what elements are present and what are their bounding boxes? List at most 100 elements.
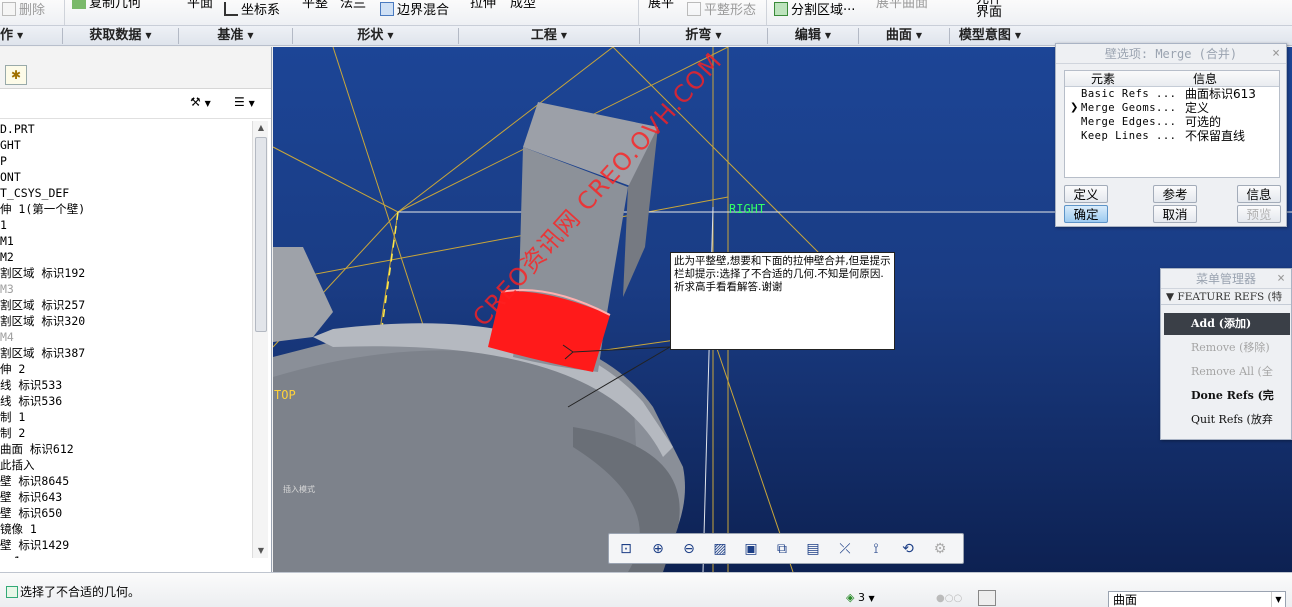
scroll-up-icon[interactable]: ▲: [253, 121, 269, 135]
annotation-display-button[interactable]: ⚙: [929, 539, 951, 559]
form-button[interactable]: 成型: [510, 0, 536, 15]
group-shape[interactable]: 形状 ▼: [293, 26, 458, 46]
display-style-button[interactable]: ▣: [740, 539, 762, 559]
define-button[interactable]: 定义: [1064, 185, 1108, 203]
plane-button[interactable]: 平面: [187, 0, 213, 15]
chevron-down-icon: ▼: [1014, 31, 1022, 40]
repaint-button[interactable]: ▨: [709, 539, 731, 559]
tree-item[interactable]: 制 1: [0, 409, 252, 425]
flat-wall-button[interactable]: 平整: [302, 0, 328, 15]
feature-refs-section[interactable]: ▼ FEATURE REFS (特: [1161, 289, 1291, 305]
chevron-down-icon: ▼: [868, 594, 875, 603]
tree-item[interactable]: 割区域 标识257: [0, 297, 252, 313]
tree-item[interactable]: 伸 1(第一个壁): [0, 201, 252, 217]
delete-button[interactable]: 删除: [2, 0, 45, 22]
menu-item-quit-refs[interactable]: Quit Refs (放弃: [1164, 409, 1290, 431]
zoom-in-button[interactable]: ⊕: [647, 539, 669, 559]
menu-item-remove[interactable]: Remove (移除): [1164, 337, 1290, 359]
datum-display-button[interactable]: ⤫: [834, 539, 856, 559]
tree-toolbar: ⚒ ▼ ☰ ▼: [0, 89, 271, 119]
tree-item[interactable]: D.PRT: [0, 121, 252, 137]
datum-axes-button[interactable]: ⟟: [865, 539, 887, 559]
scroll-down-icon[interactable]: ▼: [253, 544, 269, 558]
tree-item[interactable]: 此插入: [0, 457, 252, 473]
split-region-button[interactable]: 分割区域···: [774, 0, 855, 22]
tree-settings-button[interactable]: ⚒ ▼: [190, 95, 211, 109]
tree-item[interactable]: 线 标识533: [0, 377, 252, 393]
group-get-data[interactable]: 获取数据 ▼: [63, 26, 178, 46]
tree-item[interactable]: 伸 2: [0, 361, 252, 377]
tree-item[interactable]: T_CSYS_DEF: [0, 185, 252, 201]
copy-geometry-button[interactable]: 复制几何: [72, 0, 141, 15]
extrude-button[interactable]: 拉伸: [470, 0, 496, 15]
menu-item-done-refs[interactable]: Done Refs (完: [1164, 385, 1290, 407]
folder-browser-tab[interactable]: ✱: [5, 65, 27, 85]
info-button[interactable]: 信息: [1237, 185, 1281, 203]
close-icon[interactable]: ×: [1277, 269, 1285, 289]
dialog-title: 菜单管理器 ×: [1161, 269, 1291, 289]
tree-item[interactable]: 割区域 标识387: [0, 345, 252, 361]
view-manager-button[interactable]: ▤: [802, 539, 824, 559]
group-edit[interactable]: 编辑 ▼: [768, 26, 858, 46]
tree-item[interactable]: P: [0, 153, 252, 169]
tree-item[interactable]: 壁 标识643: [0, 489, 252, 505]
spin-center-button[interactable]: ⟲: [897, 539, 919, 559]
tree-item[interactable]: · 1: [0, 553, 252, 558]
tree-item[interactable]: M2: [0, 249, 252, 265]
tree-item[interactable]: ONT: [0, 169, 252, 185]
tree-item[interactable]: 曲面 标识612: [0, 441, 252, 457]
flat-form-button[interactable]: 平整形态: [687, 0, 756, 22]
zoom-out-button[interactable]: ⊖: [678, 539, 700, 559]
table-row[interactable]: Merge Edges... 可选的: [1065, 115, 1279, 129]
preview-button[interactable]: 预览: [1237, 205, 1281, 223]
table-row[interactable]: Basic Refs ... 曲面标识613: [1065, 87, 1279, 101]
tree-item[interactable]: 割区域 标识320: [0, 313, 252, 329]
status-bar: 选择了不合适的几何。 ◈ 3 ▼ ●○○ 曲面 ▼: [0, 572, 1292, 607]
group-engineering[interactable]: 工程 ▼: [459, 26, 639, 46]
group-bend[interactable]: 折弯 ▼: [640, 26, 767, 46]
flange-wall-button[interactable]: 法兰: [340, 0, 366, 15]
tree-item[interactable]: 壁 标识1429: [0, 537, 252, 553]
tree-filters-button[interactable]: ☰ ▼: [234, 95, 255, 109]
table-row[interactable]: Keep Lines ... 不保留直线: [1065, 129, 1279, 143]
tree-item[interactable]: 制 2: [0, 425, 252, 441]
tree-item[interactable]: 镜像 1: [0, 521, 252, 537]
unbend-button[interactable]: 展平: [648, 0, 674, 15]
tree-item[interactable]: 壁 标识650: [0, 505, 252, 521]
tree-item[interactable]: M3: [0, 281, 252, 297]
refit-button[interactable]: ⊡: [615, 539, 637, 559]
menu-item-add[interactable]: Add (添加): [1164, 313, 1290, 335]
split-region-icon: [774, 2, 788, 16]
menu-item-remove-all[interactable]: Remove All (全: [1164, 361, 1290, 383]
tree-scrollbar[interactable]: ▲ ▼: [252, 121, 268, 558]
csys-button[interactable]: 坐标系: [224, 0, 280, 22]
tree-item[interactable]: M1: [0, 233, 252, 249]
tree-item[interactable]: 1: [0, 217, 252, 233]
close-icon[interactable]: ×: [1272, 44, 1280, 64]
creo-window: 删除 复制几何 平面 坐标系 平整 法兰 边界混合 拉伸 成型 展平 平整形态 …: [0, 0, 1292, 607]
tree-item[interactable]: GHT: [0, 137, 252, 153]
boundary-blend-button[interactable]: 边界混合: [380, 0, 449, 22]
tree-item[interactable]: 割区域 标识192: [0, 265, 252, 281]
saved-views-button[interactable]: ⧉: [771, 539, 793, 559]
cancel-button[interactable]: 取消: [1153, 205, 1197, 223]
group-datum[interactable]: 基准 ▼: [179, 26, 292, 46]
interface-icon[interactable]: [978, 590, 996, 606]
chevron-down-icon: ▼: [387, 31, 394, 40]
tree-item[interactable]: M4: [0, 329, 252, 345]
star-icon: ✱: [10, 68, 22, 82]
table-row[interactable]: ❯ Merge Geoms... 定义: [1065, 101, 1279, 115]
refs-button[interactable]: 参考: [1153, 185, 1197, 203]
selection-filter[interactable]: 曲面 ▼: [1108, 591, 1286, 607]
group-surfaces[interactable]: 曲面 ▼: [859, 26, 949, 46]
tree-item[interactable]: 壁 标识8645: [0, 473, 252, 489]
scroll-thumb[interactable]: [255, 137, 267, 332]
group-model-intent[interactable]: 模型意图 ▼: [950, 26, 1030, 46]
tree-item[interactable]: 线 标识536: [0, 393, 252, 409]
chevron-down-icon: ▼: [247, 31, 254, 40]
selection-count[interactable]: ◈ 3 ▼: [846, 591, 875, 604]
unbend-surface-button[interactable]: 展平曲面: [876, 0, 928, 15]
group-operations[interactable]: 作 ▼: [0, 26, 62, 46]
ok-button[interactable]: 确定: [1064, 205, 1108, 223]
component-interface-button[interactable]: 元件界面: [976, 0, 1002, 19]
